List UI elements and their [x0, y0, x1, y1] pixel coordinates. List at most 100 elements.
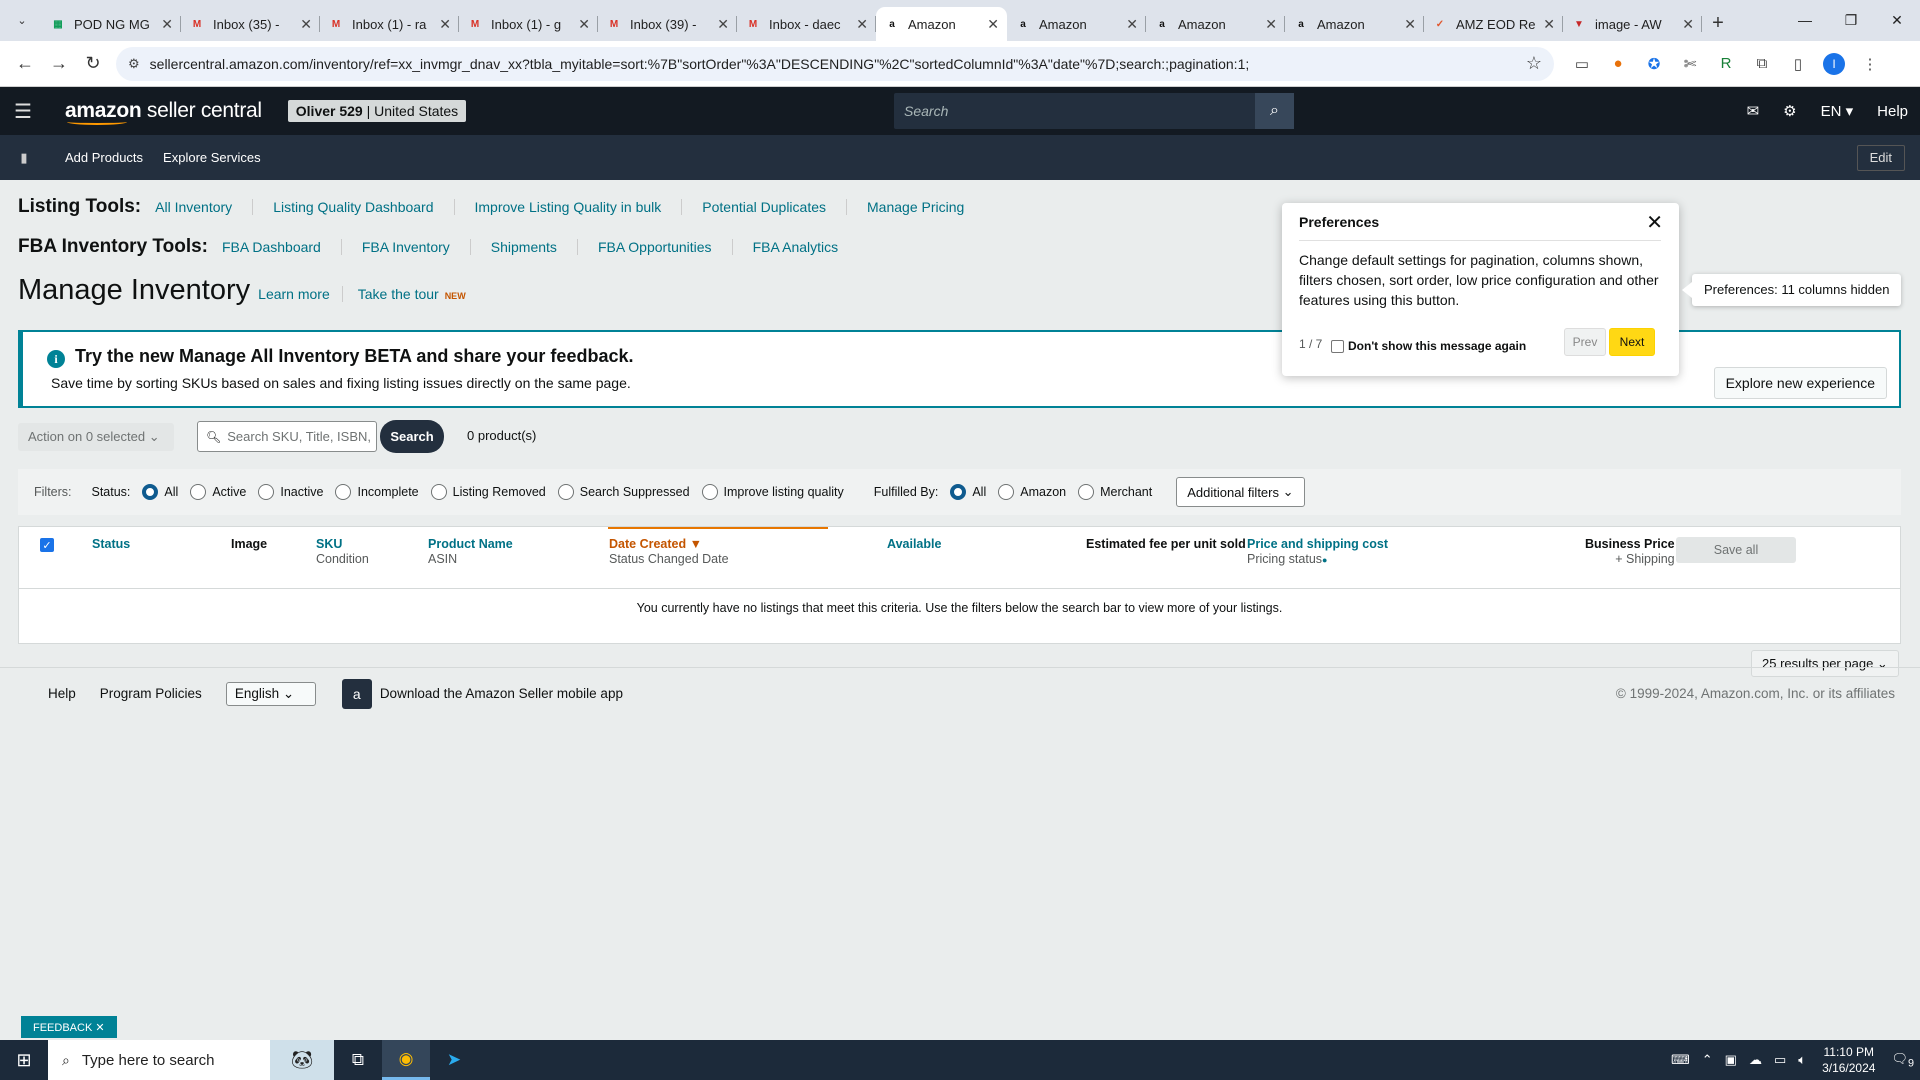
shipments-link[interactable]: Shipments: [491, 239, 578, 255]
close-tab-icon[interactable]: ✕: [1404, 16, 1416, 33]
footer-help-link[interactable]: Help: [48, 686, 76, 701]
close-tab-icon[interactable]: ✕: [439, 16, 451, 33]
close-tab-icon[interactable]: ✕: [987, 16, 999, 33]
browser-tab[interactable]: M Inbox (1) - ra ✕: [320, 7, 459, 41]
take-tour-link[interactable]: Take the tour: [358, 286, 439, 302]
tray-chevron-icon[interactable]: ⌃: [1696, 1052, 1719, 1068]
bookmark-star-icon[interactable]: ☆: [1526, 53, 1542, 74]
task-view-icon[interactable]: ⧉: [334, 1040, 382, 1080]
potential-duplicates-link[interactable]: Potential Duplicates: [702, 199, 848, 215]
forward-icon[interactable]: →: [42, 47, 76, 81]
fulfilled-merchant-radio[interactable]: [1078, 484, 1095, 500]
help-link[interactable]: Help: [1865, 103, 1920, 120]
col-date-created[interactable]: Date Created ▼ Status Changed Date: [609, 537, 729, 567]
back-icon[interactable]: ←: [8, 47, 42, 81]
status-incomplete-radio[interactable]: [335, 484, 352, 500]
browser-tab[interactable]: ▼ image - AW ✕: [1563, 7, 1702, 41]
browser-tab[interactable]: M Inbox (35) - ✕: [181, 7, 320, 41]
col-product-name[interactable]: Product Name ASIN: [428, 537, 513, 567]
close-icon[interactable]: ✕: [1646, 210, 1663, 235]
edit-bookmarks-button[interactable]: Edit: [1856, 145, 1905, 171]
status-search-suppressed-radio[interactable]: [557, 484, 574, 500]
telegram-taskbar-icon[interactable]: ➤: [430, 1040, 478, 1080]
save-all-button[interactable]: Save all: [1676, 537, 1796, 563]
explore-new-experience-button[interactable]: Explore new experience: [1713, 367, 1887, 399]
site-info-icon[interactable]: ⚙: [128, 56, 140, 72]
close-tab-icon[interactable]: ✕: [578, 16, 590, 33]
info-icon[interactable]: ●: [1322, 555, 1327, 565]
fba-analytics-link[interactable]: FBA Analytics: [753, 239, 859, 255]
meet-icon[interactable]: ▣: [1719, 1052, 1743, 1068]
dont-show-checkbox[interactable]: [1331, 340, 1344, 353]
tab-search-icon[interactable]: ⌄: [8, 6, 36, 34]
fba-dashboard-link[interactable]: FBA Dashboard: [222, 239, 342, 255]
language-selector[interactable]: EN ▾: [1809, 102, 1866, 120]
fba-inventory-link[interactable]: FBA Inventory: [362, 239, 471, 255]
next-button[interactable]: Next: [1609, 328, 1655, 356]
onedrive-icon[interactable]: ☁: [1743, 1052, 1768, 1068]
improve-listing-quality-link[interactable]: Improve Listing Quality in bulk: [475, 199, 683, 215]
windows-start-icon[interactable]: ⊞: [0, 1040, 48, 1080]
download-app-link[interactable]: Download the Amazon Seller mobile app: [380, 686, 623, 701]
browser-tab[interactable]: a Amazon ✕: [1146, 7, 1285, 41]
close-window-icon[interactable]: ✕: [1874, 0, 1920, 40]
extension-icon[interactable]: ▭: [1564, 49, 1600, 79]
new-tab-button[interactable]: +: [1702, 7, 1734, 39]
close-tab-icon[interactable]: ✕: [161, 16, 173, 33]
browser-tab[interactable]: M Inbox (39) - ✕: [598, 7, 737, 41]
close-tab-icon[interactable]: ✕: [856, 16, 868, 33]
amazon-app-icon[interactable]: a: [341, 678, 372, 709]
browser-tab[interactable]: a Amazon ✕: [1007, 7, 1146, 41]
program-policies-link[interactable]: Program Policies: [100, 686, 202, 701]
additional-filters-button[interactable]: Additional filters ⌄: [1176, 477, 1305, 507]
amazon-seller-central-logo[interactable]: amazon seller central: [65, 99, 262, 125]
preferences-tooltip[interactable]: Preferences: 11 columns hidden: [1681, 274, 1902, 306]
side-panel-icon[interactable]: ▯: [1780, 49, 1816, 79]
close-tab-icon[interactable]: ✕: [300, 16, 312, 33]
fulfilled-amazon-radio[interactable]: [998, 484, 1015, 500]
notifications-icon[interactable]: 🗨︎9: [1885, 1051, 1920, 1070]
settings-gear-icon[interactable]: ⚙: [1771, 102, 1808, 120]
status-listing-removed-radio[interactable]: [430, 484, 447, 500]
status-all-radio[interactable]: [142, 484, 159, 500]
extension-icon[interactable]: ✪: [1636, 49, 1672, 79]
taskbar-clock[interactable]: 11:10 PM 3/16/2024: [1812, 1044, 1885, 1076]
restore-icon[interactable]: ❐: [1828, 0, 1874, 40]
all-inventory-link[interactable]: All Inventory: [155, 199, 254, 215]
browser-tab[interactable]: a Amazon ✕: [1285, 7, 1424, 41]
manage-pricing-link[interactable]: Manage Pricing: [867, 199, 984, 215]
global-search-input[interactable]: Search: [894, 103, 1255, 119]
browser-tab[interactable]: a Amazon ✕: [876, 7, 1007, 41]
extension-icon[interactable]: R: [1708, 49, 1744, 79]
url-bar[interactable]: ⚙ sellercentral.amazon.com/inventory/ref…: [116, 46, 1554, 81]
chrome-taskbar-icon[interactable]: ◉: [382, 1040, 430, 1080]
mail-icon[interactable]: ✉: [1735, 102, 1772, 120]
col-price[interactable]: Price and shipping cost Pricing status●: [1247, 537, 1388, 568]
browser-tab[interactable]: ▦ POD NG MG ✕: [42, 7, 181, 41]
reload-icon[interactable]: ↻: [76, 47, 110, 81]
col-sku[interactable]: SKU Condition: [316, 537, 369, 567]
minimize-icon[interactable]: —: [1782, 0, 1828, 40]
account-switcher[interactable]: Oliver 529 | United States: [287, 100, 467, 122]
extensions-puzzle-icon[interactable]: ⧉: [1744, 49, 1780, 79]
browser-tab[interactable]: M Inbox (1) - g ✕: [459, 7, 598, 41]
fba-opportunities-link[interactable]: FBA Opportunities: [598, 239, 733, 255]
fulfilled-all-radio[interactable]: [950, 484, 967, 500]
profile-avatar[interactable]: I: [1823, 52, 1845, 75]
status-improve-quality-radio[interactable]: [701, 484, 718, 500]
extension-icon[interactable]: ●: [1600, 49, 1636, 79]
taskbar-search[interactable]: ⌕ Type here to search 🐼︎: [48, 1040, 334, 1080]
volume-icon[interactable]: 🔈︎: [1792, 1052, 1812, 1068]
explore-services-link[interactable]: Explore Services: [163, 150, 261, 165]
inventory-search-input[interactable]: 🔍︎ Search SKU, Title, ISBN,: [197, 421, 377, 452]
dont-show-label[interactable]: Don't show this message again: [1348, 339, 1526, 353]
feedback-button[interactable]: FEEDBACK ✕: [21, 1016, 117, 1038]
language-select[interactable]: English ⌄: [225, 681, 316, 706]
close-tab-icon[interactable]: ✕: [1265, 16, 1277, 33]
hamburger-menu-icon[interactable]: ☰: [0, 87, 46, 135]
prev-button[interactable]: Prev: [1564, 328, 1606, 356]
col-available[interactable]: Available: [887, 537, 941, 552]
status-active-radio[interactable]: [190, 484, 207, 500]
extension-icon[interactable]: ✄: [1672, 49, 1708, 79]
keyboard-icon[interactable]: ⌨: [1665, 1052, 1696, 1068]
